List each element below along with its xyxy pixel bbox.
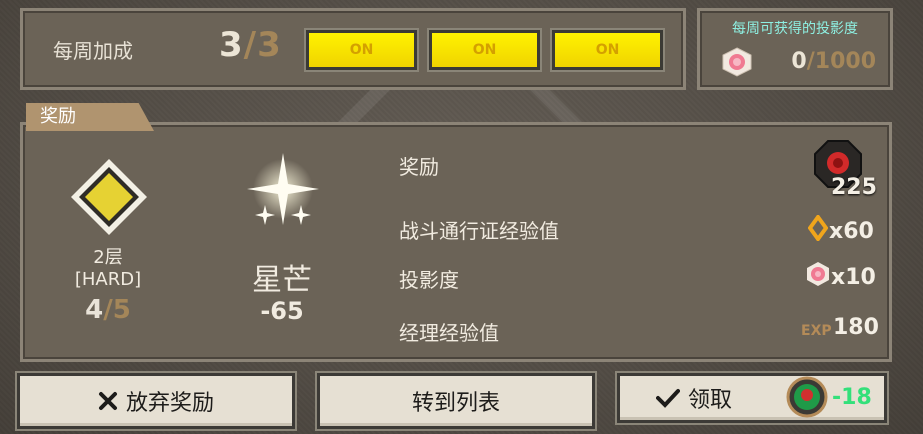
stage-progress: 4/5 — [63, 295, 153, 325]
sparkle-star-icon — [247, 153, 319, 225]
weekly-bonus-label: 每周加成 — [53, 39, 133, 63]
yellow-diamond-icon — [71, 159, 147, 235]
checkmark-icon — [656, 389, 680, 408]
claim-label: 领取 — [688, 388, 733, 413]
close-icon — [98, 392, 117, 410]
bonus-toggle-3[interactable]: ON — [552, 30, 663, 70]
stage-floor: 2层 — [93, 247, 123, 268]
pink-flower-icon — [722, 47, 752, 77]
pink-flower-icon — [807, 262, 829, 286]
reward-row-label: 奖励 — [399, 155, 439, 179]
weekly-projection-value: 0/1000 — [791, 49, 876, 74]
gold-ring-icon — [808, 215, 828, 241]
stage-difficulty: [HARD] — [74, 269, 142, 290]
reward-panel: 2层 [HARD] 4/5 星芒 -65 奖励 战斗通行证经验值 投影度 经理经… — [20, 122, 892, 362]
starlight-cost: -65 — [260, 297, 304, 325]
projection-current: 0 — [791, 49, 807, 74]
weekly-projection-title: 每周可获得的投影度 — [732, 21, 858, 37]
reward-tab-label: 奖励 — [26, 103, 154, 131]
projection-row-value: x10 — [831, 265, 876, 290]
go-to-list-button[interactable]: 转到列表 — [317, 373, 595, 429]
starlight-name: 星芒 — [252, 263, 312, 298]
weekly-count-max: 3 — [257, 25, 282, 65]
reward-count: 225 — [831, 175, 877, 200]
stage-progress-current: 4 — [85, 295, 104, 325]
battle-pass-exp-label: 战斗通行证经验值 — [399, 219, 559, 243]
stage-progress-max: /5 — [103, 295, 131, 325]
battle-pass-exp-value: x60 — [829, 219, 874, 244]
bonus-toggle-1[interactable]: ON — [306, 30, 417, 70]
weekly-bonus-count: 3/3 — [219, 25, 282, 65]
projection-row-label: 投影度 — [399, 268, 459, 292]
abandon-reward-label: 放弃奖励 — [125, 391, 214, 416]
abandon-reward-button[interactable]: 放弃奖励 — [17, 373, 295, 429]
weekly-bonus-panel: 每周加成 3/3 ON ON ON — [20, 8, 686, 90]
claim-cost-value: -18 — [832, 384, 872, 410]
projection-max: /1000 — [806, 49, 876, 74]
claim-cost: -18 — [786, 376, 872, 418]
weekly-count-current: 3 — [219, 25, 244, 65]
exp-tag: EXP — [801, 323, 832, 339]
weekly-count-separator: / — [243, 25, 258, 65]
manager-exp-value: 180 — [833, 315, 879, 340]
manager-exp-label: 经理经验值 — [399, 321, 499, 345]
green-stamina-icon — [786, 376, 828, 418]
weekly-projection-panel: 每周可获得的投影度 0/1000 — [697, 8, 893, 90]
bonus-toggle-2[interactable]: ON — [429, 30, 540, 70]
go-to-list-label: 转到列表 — [411, 391, 500, 416]
